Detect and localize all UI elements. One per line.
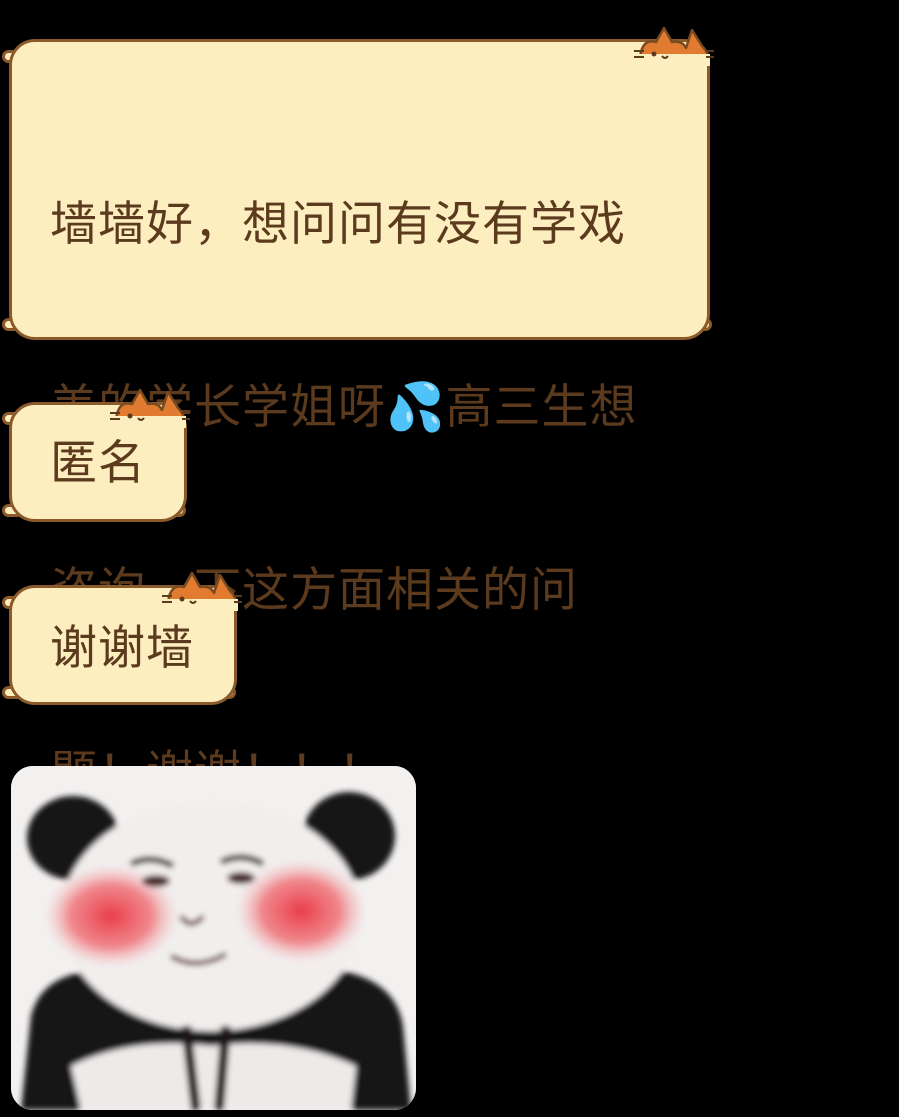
panda-face-image [11,766,416,1110]
blushing-panda-sticker[interactable] [11,766,416,1110]
message-bubble-body: 墙墙好，想问问有没有学戏 美的学长学姐呀💦高三生想 咨询一下这方面相关的问 题！… [9,39,710,801]
cat-peek-icon [634,26,714,66]
cat-peek-icon [110,388,190,428]
message-text: 匿名 [50,436,146,491]
message-text: 谢谢墙 [50,621,194,676]
message-line: 墙墙好，想问问有没有学戏 [50,197,626,252]
cat-peek-icon [162,571,242,611]
